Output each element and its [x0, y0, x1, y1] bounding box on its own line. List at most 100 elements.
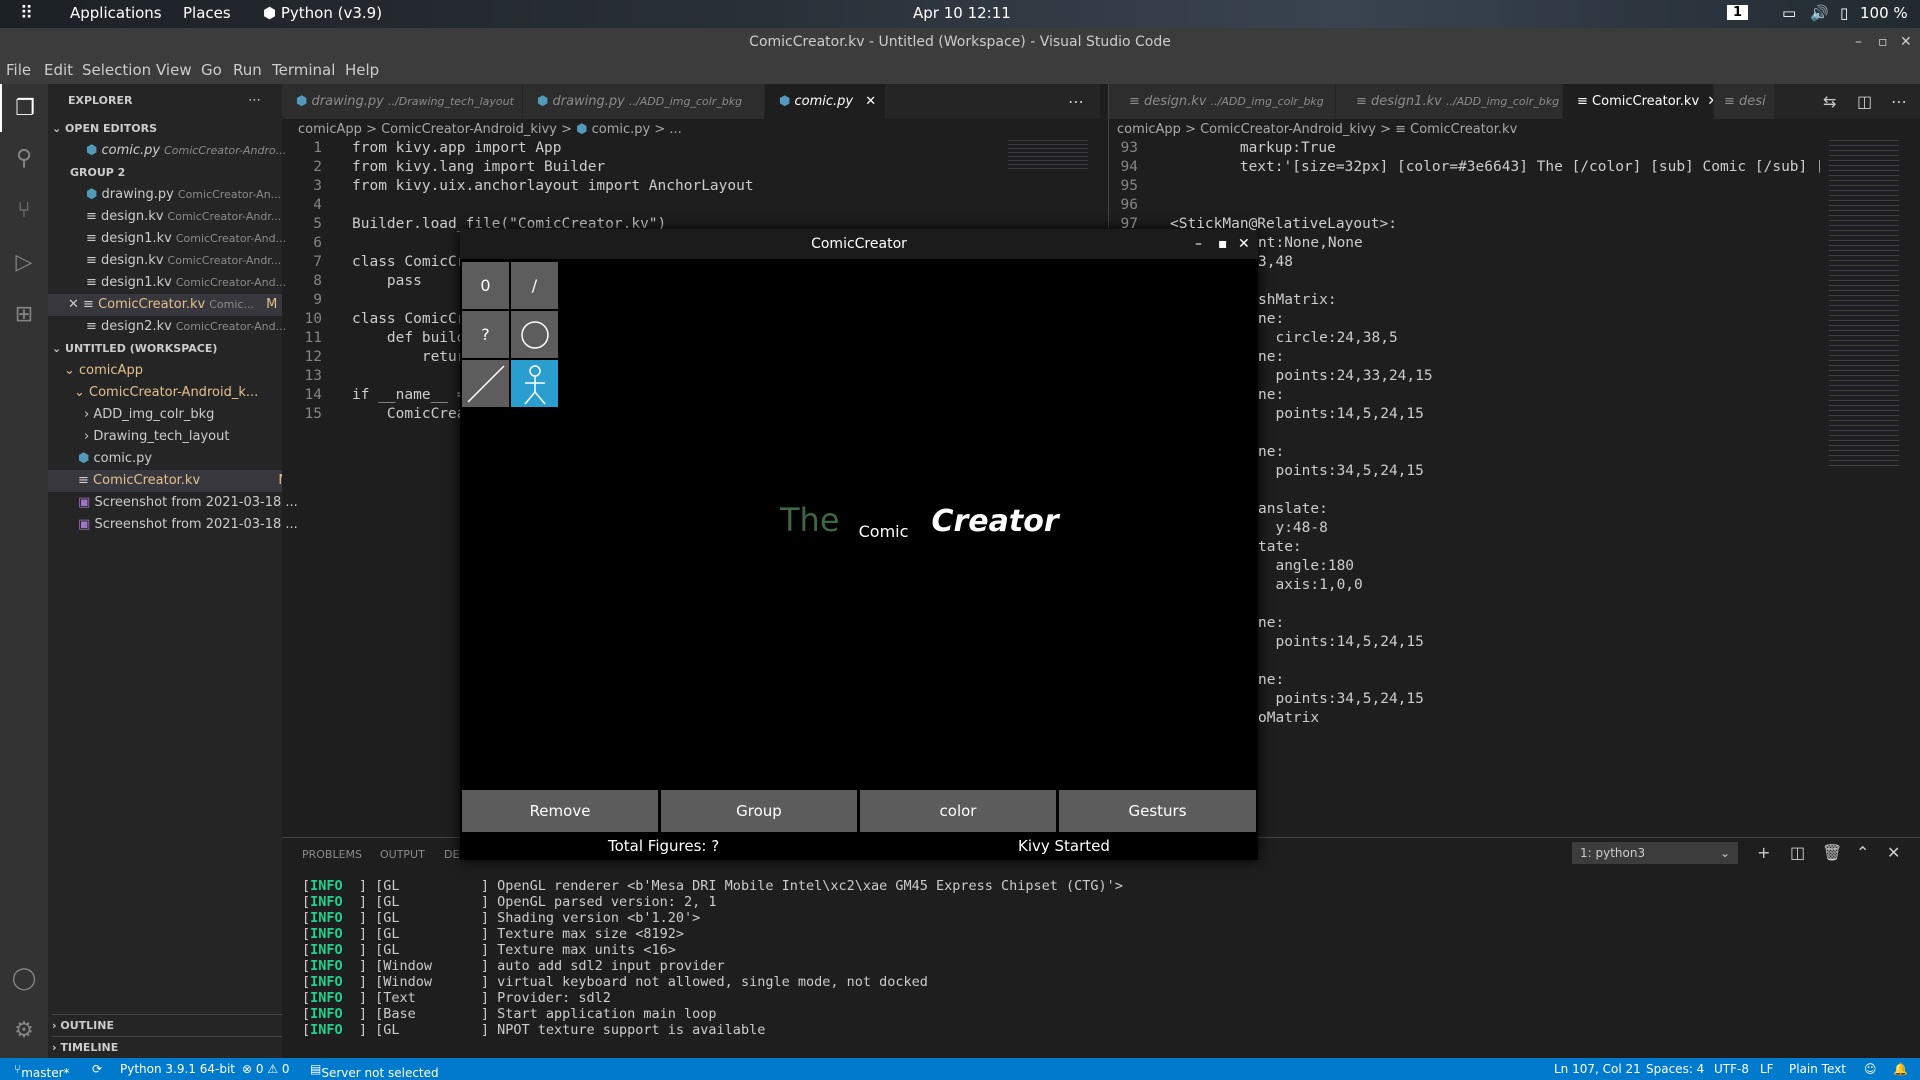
tab-design-kv[interactable]: ≡ design.kv ../ADD_img_colr_bkg: [1109, 84, 1335, 119]
tree-file-selected[interactable]: ≡ ComicCreator.kv M: [48, 470, 282, 492]
tab-debug-console[interactable]: DE: [444, 848, 459, 861]
gestures-button[interactable]: Gesturs: [1059, 790, 1256, 832]
server-status[interactable]: ▤ Server not selected: [310, 1062, 439, 1080]
code-line[interactable]: tate:: [1258, 539, 1302, 555]
code-line[interactable]: y:48-8: [1258, 520, 1327, 536]
breadcrumb-right[interactable]: comicApp > ComicCreator-Android_kivy > ≡…: [1117, 119, 1517, 141]
remove-button[interactable]: Remove: [462, 790, 658, 832]
gear-icon[interactable]: ⚙: [0, 1006, 48, 1054]
code-line[interactable]: text:'[size=32px] [color=#3e6643] The [/…: [1170, 159, 1820, 175]
tab-drawing-py[interactable]: ⬢ drawing.py ../ADD_img_colr_bkg: [523, 84, 764, 119]
volume-icon[interactable]: 🔊: [1810, 4, 1829, 22]
close-icon[interactable]: ✕: [1707, 94, 1713, 109]
run-debug-icon[interactable]: ▷: [0, 238, 48, 286]
line-tool-icon[interactable]: [462, 360, 509, 407]
close-panel-icon[interactable]: ✕: [1887, 843, 1900, 862]
code-line[interactable]: shMatrix:: [1258, 292, 1337, 308]
code-line[interactable]: ne:: [1258, 311, 1284, 327]
code-line[interactable]: ne:: [1258, 615, 1284, 631]
display-icon[interactable]: ▭: [1782, 4, 1796, 22]
close-icon[interactable]: ✕: [865, 94, 876, 109]
problems-indicator[interactable]: ⊗ 0 ⚠ 0: [242, 1062, 290, 1076]
code-line[interactable]: class ComicCr: [352, 311, 466, 327]
tree-folder[interactable]: ⌄ ComicCreator-Android_k...: [74, 382, 308, 404]
menu-file[interactable]: File: [6, 61, 31, 79]
bell-icon[interactable]: 🔔: [1893, 1062, 1908, 1076]
minimap-right[interactable]: [1829, 140, 1899, 470]
search-icon[interactable]: ⚲: [0, 134, 48, 182]
code-line[interactable]: class ComicCr: [352, 254, 466, 270]
menu-edit[interactable]: Edit: [44, 61, 73, 79]
code-line[interactable]: retur: [352, 349, 466, 365]
code-line[interactable]: nt:None,None: [1258, 235, 1363, 251]
code-line[interactable]: circle:24,38,5: [1258, 330, 1397, 346]
sync-icon[interactable]: ⟳: [92, 1062, 102, 1076]
code-line[interactable]: from kivy.app import App: [352, 140, 562, 156]
tab-comiccreator-kv[interactable]: ≡ ComicCreator.kv ✕: [1563, 84, 1713, 119]
menu-run[interactable]: Run: [233, 61, 262, 79]
code-line[interactable]: ne:: [1258, 672, 1284, 688]
account-icon[interactable]: ◯: [0, 954, 48, 1002]
close-icon[interactable]: ✕: [68, 297, 79, 312]
terminal-select[interactable]: 1: python3 ⌄: [1572, 842, 1738, 864]
code-line[interactable]: from kivy.lang import Builder: [352, 159, 605, 175]
tab-drawing-py[interactable]: ⬢ drawing.py ../Drawing_tech_layout: [282, 84, 522, 119]
tab-comic-py[interactable]: ⬢ comic.py ✕: [765, 84, 885, 119]
code-line[interactable]: angle:180: [1258, 558, 1354, 574]
split-editor-icon[interactable]: ◫: [1857, 92, 1872, 111]
code-line[interactable]: axis:1,0,0: [1258, 577, 1362, 593]
tool-question[interactable]: ?: [462, 311, 509, 358]
menu-terminal[interactable]: Terminal: [272, 61, 335, 79]
more-actions-icon[interactable]: ⋯: [248, 90, 278, 112]
code-line[interactable]: ne:: [1258, 387, 1284, 403]
menu-help[interactable]: Help: [345, 61, 379, 79]
group-button[interactable]: Group: [661, 790, 857, 832]
tab-problems[interactable]: PROBLEMS: [302, 848, 362, 861]
code-line[interactable]: points:34,5,24,15: [1258, 463, 1423, 479]
eol[interactable]: LF: [1760, 1062, 1774, 1076]
tree-file[interactable]: ▣ Screenshot from 2021-03-18 ...: [78, 492, 312, 514]
minimize-icon[interactable]: –: [1195, 229, 1202, 259]
code-line[interactable]: oMatrix: [1258, 710, 1319, 726]
tree-folder[interactable]: › Drawing_tech_layout: [84, 426, 318, 448]
add-terminal-icon[interactable]: +: [1757, 843, 1770, 862]
split-terminal-icon[interactable]: ◫: [1790, 843, 1805, 862]
tab-design1-kv[interactable]: ≡ design1.kv ../ADD_img_colr_bkg: [1336, 84, 1562, 119]
workspace-indicator[interactable]: 1: [1727, 5, 1749, 20]
maximize-icon[interactable]: ▪: [1218, 229, 1228, 259]
code-line[interactable]: ne:: [1258, 349, 1284, 365]
compare-icon[interactable]: ⇆: [1823, 92, 1836, 111]
tool-zero[interactable]: 0: [462, 262, 509, 309]
code-line[interactable]: if __name__ ==: [352, 387, 474, 403]
trash-icon[interactable]: 🗑: [1822, 843, 1842, 862]
code-line[interactable]: points:24,33,24,15: [1258, 368, 1432, 384]
encoding[interactable]: UTF-8: [1714, 1062, 1749, 1076]
cursor-position[interactable]: Ln 107, Col 21: [1554, 1062, 1641, 1076]
feedback-icon[interactable]: ☺: [1864, 1062, 1877, 1076]
code-line[interactable]: ComicCrea: [352, 406, 466, 422]
tab-output[interactable]: OUTPUT: [380, 848, 425, 861]
color-button[interactable]: color: [860, 790, 1056, 832]
apps-grid-icon[interactable]: ⠿: [20, 3, 33, 24]
maximize-icon[interactable]: ▫: [1878, 28, 1888, 56]
minimize-icon[interactable]: –: [1855, 28, 1862, 56]
places-menu[interactable]: Places: [183, 4, 231, 22]
close-icon[interactable]: ✕: [1900, 28, 1912, 56]
stickman-tool-icon[interactable]: [511, 360, 558, 407]
tree-folder[interactable]: ⌄ comicApp: [64, 360, 298, 382]
code-line[interactable]: points:14,5,24,15: [1258, 406, 1423, 422]
menu-selection[interactable]: Selection: [82, 61, 151, 79]
circle-tool-icon[interactable]: [511, 311, 558, 358]
more-actions-icon[interactable]: ⋯: [1891, 92, 1907, 111]
code-line[interactable]: ne:: [1258, 444, 1284, 460]
breadcrumb-left[interactable]: comicApp > ComicCreator-Android_kivy > ⬢…: [298, 119, 682, 141]
menu-go[interactable]: Go: [201, 61, 222, 79]
battery-icon[interactable]: ▯: [1840, 4, 1848, 22]
open-editor-item-active[interactable]: ✕ ≡ ComicCreator.kv Comic... M: [48, 294, 282, 316]
more-actions-icon[interactable]: ⋯: [1068, 92, 1084, 111]
tool-slash[interactable]: /: [511, 262, 558, 309]
menu-view[interactable]: View: [156, 61, 192, 79]
indentation[interactable]: Spaces: 4: [1646, 1062, 1704, 1076]
code-line[interactable]: def build: [352, 330, 466, 346]
minimap-left[interactable]: [1008, 140, 1088, 170]
